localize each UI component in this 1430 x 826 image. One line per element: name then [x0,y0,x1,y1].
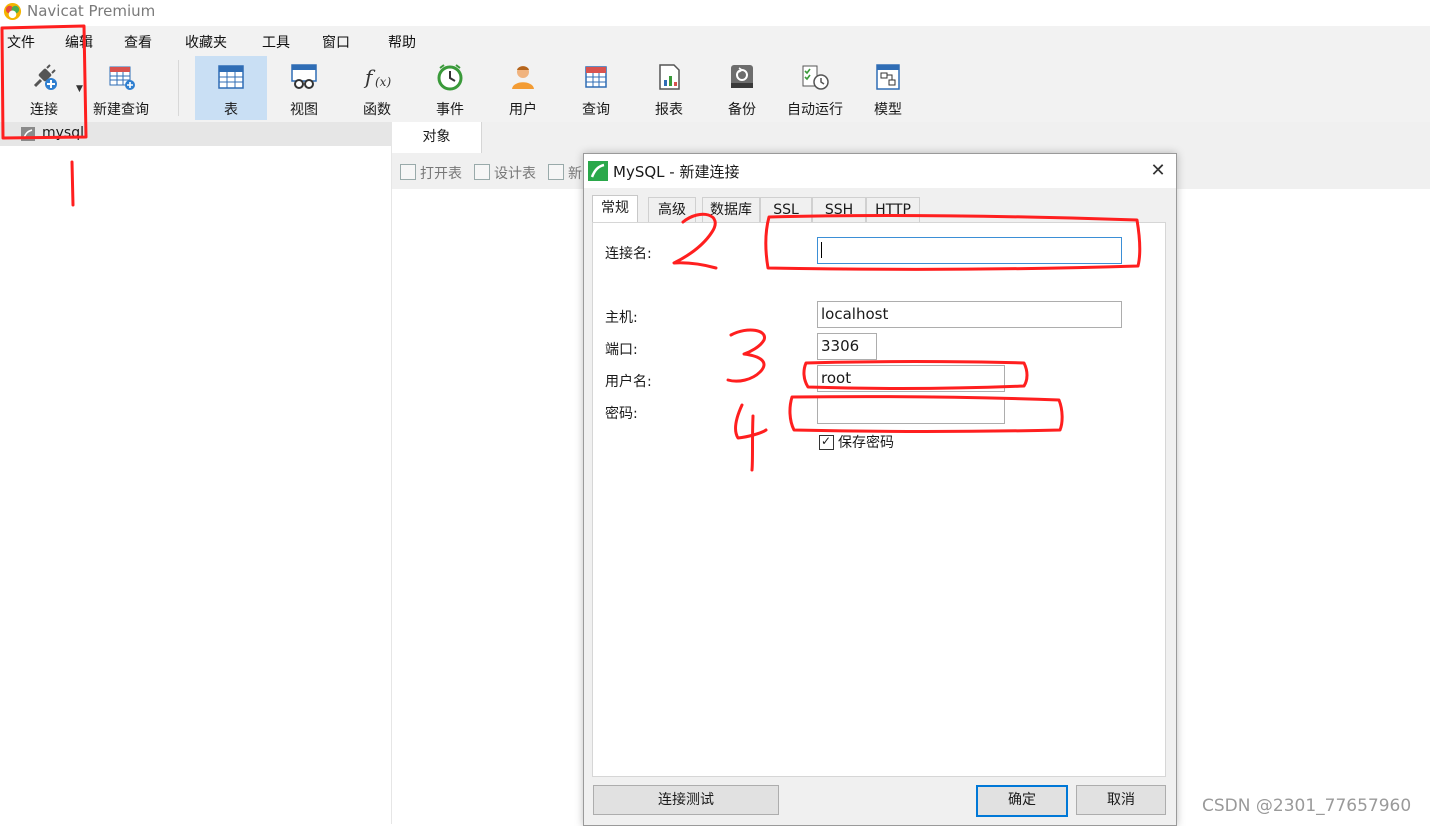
tab-ssl[interactable]: SSL [760,197,812,223]
toolbar-item-label: 表 [224,102,238,118]
mysql-connection-icon [21,127,35,141]
connection-item-mysql[interactable]: mysql [0,122,391,146]
password-input[interactable] [817,397,1005,424]
username-label: 用户名: [605,374,652,390]
test-connection-button[interactable]: 连接测试 [593,785,779,815]
toolbar-schedule-button[interactable]: 自动运行 [779,56,851,120]
open-table-button[interactable]: 打开表 [400,163,462,183]
user-icon [512,66,534,89]
tab-http[interactable]: HTTP [866,197,920,223]
model-icon [876,64,900,90]
toolbar-item-label: 模型 [874,102,902,118]
toolbar-event-clock-button[interactable]: 事件 [414,56,486,120]
toolbar-user-button[interactable]: 用户 [487,56,559,120]
password-label: 密码: [605,406,638,422]
tab-ssh[interactable]: SSH [812,197,866,223]
connection-name: mysql [42,125,84,141]
checkmark-icon: ✓ [821,434,832,448]
title-bar: Navicat Premium [0,0,1430,24]
toolbar-table-button[interactable]: 表 [195,56,267,120]
view-icon [291,64,317,89]
navicat-logo-icon [3,2,22,21]
svg-text:(x): (x) [375,75,391,89]
design-table-button[interactable]: 设计表 [474,163,536,183]
toolbar-item-label: 视图 [290,102,318,118]
main-toolbar: 连接 ▼ 新建查询 表 视图 f (x) 函数 事件 用户 查询 报表 备份 自动运行 模型 [0,54,1430,123]
new-query-button[interactable]: 新建查询 [86,56,156,120]
new-table-label: 新 [568,166,582,182]
toolbar-query-button[interactable]: 查询 [560,56,632,120]
table-icon [218,65,244,89]
design-table-icon [474,164,490,180]
backup-icon [731,65,753,88]
close-button[interactable]: ✕ [1144,157,1172,185]
connect-dropdown-icon[interactable]: ▼ [76,84,83,94]
menu-window[interactable]: 窗口 [322,32,350,52]
toolbar-backup-button[interactable]: 备份 [706,56,778,120]
event-clock-icon [437,64,463,91]
toolbar-report-button[interactable]: 报表 [633,56,705,120]
toolbar-item-label: 函数 [363,102,391,118]
save-password-label: 保存密码 [838,435,894,451]
host-label: 主机: [605,310,638,326]
cancel-button[interactable]: 取消 [1076,785,1166,815]
toolbar-separator [178,60,179,116]
dialog-title: MySQL - 新建连接 [613,163,740,181]
ok-button[interactable]: 确定 [976,785,1068,817]
toolbar-item-label: 报表 [655,102,683,118]
connection-tree: mysql [0,122,392,824]
plug-icon [33,64,57,90]
tab-bar: 对象 [392,122,1430,154]
menu-help[interactable]: 帮助 [388,32,416,52]
host-input[interactable]: localhost [817,301,1122,328]
design-table-label: 设计表 [494,166,536,182]
watermark: CSDN @2301_77657960 [1202,796,1412,816]
dialog-title-bar: MySQL - 新建连接 ✕ [584,154,1176,188]
tab-objects[interactable]: 对象 [392,122,482,153]
open-table-icon [400,164,416,180]
new-table-icon [548,164,564,180]
general-settings-panel: 连接名: 主机: localhost 端口: 3306 用户名: root 密码… [592,222,1166,777]
toolbar-item-label: 用户 [509,102,537,118]
report-icon [659,64,680,90]
text-caret [821,242,822,258]
connection-name-input[interactable] [817,237,1122,264]
port-label: 端口: [605,342,638,358]
new-connection-dialog: MySQL - 新建连接 ✕ 常规 高级 数据库 SSL SSH HTTP 连接… [583,153,1177,826]
mysql-icon [588,161,608,181]
toolbar-item-label: 事件 [436,102,464,118]
tab-databases[interactable]: 数据库 [702,197,760,223]
new-query-icon [109,66,135,90]
toolbar-function-button[interactable]: f (x) 函数 [341,56,413,120]
menu-view[interactable]: 查看 [124,32,152,52]
toolbar-model-button[interactable]: 模型 [852,56,924,120]
toolbar-item-label: 查询 [582,102,610,118]
toolbar-item-label: 自动运行 [787,102,843,118]
toolbar-view-button[interactable]: 视图 [268,56,340,120]
tab-advanced[interactable]: 高级 [648,197,696,223]
connect-button[interactable]: 连接 ▼ [8,56,83,120]
toolbar-item-label: 备份 [728,102,756,118]
menu-tools[interactable]: 工具 [262,32,290,52]
open-table-label: 打开表 [420,166,462,182]
function-icon: f (x) [363,65,391,89]
app-title: Navicat Premium [27,2,156,20]
connection-name-label: 连接名: [605,246,652,262]
connect-label: 连接 [30,102,58,118]
new-query-label: 新建查询 [93,102,149,118]
menu-file[interactable]: 文件 [7,32,35,52]
schedule-icon [802,65,829,90]
new-table-button[interactable]: 新 [548,163,582,183]
query-icon [585,66,607,88]
tab-general[interactable]: 常规 [592,195,638,224]
username-input[interactable]: root [817,365,1005,392]
menu-bar: 文件 编辑 查看 收藏夹 工具 窗口 帮助 [0,26,1430,54]
menu-edit[interactable]: 编辑 [65,32,93,52]
port-input[interactable]: 3306 [817,333,877,360]
menu-favorites[interactable]: 收藏夹 [185,32,227,52]
save-password-checkbox[interactable]: ✓ [819,434,834,450]
